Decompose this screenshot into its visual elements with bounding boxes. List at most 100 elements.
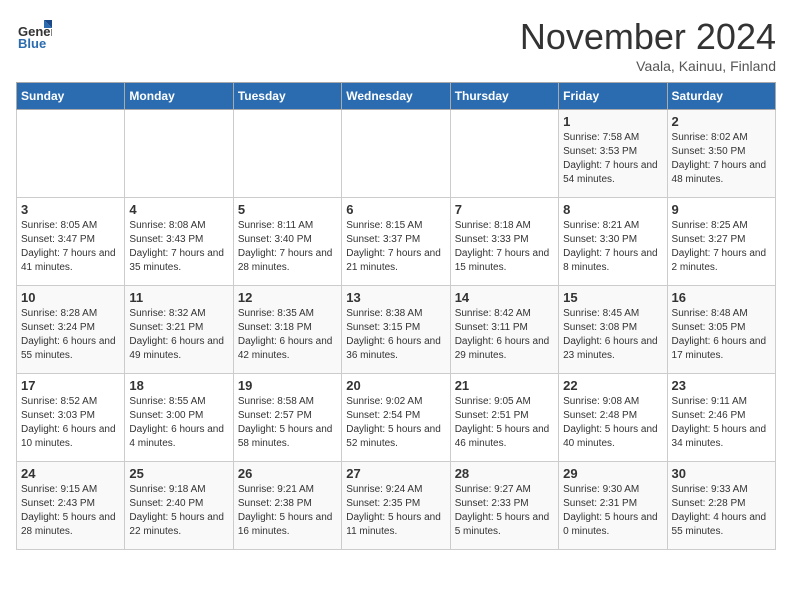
day-number: 2	[672, 114, 771, 129]
day-number: 23	[672, 378, 771, 393]
day-info: Sunrise: 8:38 AM Sunset: 3:15 PM Dayligh…	[346, 307, 445, 363]
calendar-cell	[342, 110, 450, 198]
calendar-cell	[233, 110, 341, 198]
subtitle: Vaala, Kainuu, Finland	[520, 58, 776, 74]
day-info: Sunrise: 8:42 AM Sunset: 3:11 PM Dayligh…	[455, 307, 554, 363]
day-number: 6	[346, 202, 445, 217]
calendar-cell: 19 Sunrise: 8:58 AM Sunset: 2:57 PM Dayli…	[233, 374, 341, 462]
calendar-cell: 21 Sunrise: 9:05 AM Sunset: 2:51 PM Dayli…	[450, 374, 558, 462]
day-info: Sunrise: 8:25 AM Sunset: 3:27 PM Dayligh…	[672, 219, 771, 275]
calendar-cell: 6 Sunrise: 8:15 AM Sunset: 3:37 PM Daylig…	[342, 198, 450, 286]
calendar-cell: 14 Sunrise: 8:42 AM Sunset: 3:11 PM Dayli…	[450, 286, 558, 374]
day-info: Sunrise: 9:27 AM Sunset: 2:33 PM Dayligh…	[455, 483, 554, 539]
day-number: 29	[563, 466, 662, 481]
calendar-cell: 23 Sunrise: 9:11 AM Sunset: 2:46 PM Dayli…	[667, 374, 775, 462]
day-info: Sunrise: 8:52 AM Sunset: 3:03 PM Dayligh…	[21, 395, 120, 451]
day-info: Sunrise: 8:08 AM Sunset: 3:43 PM Dayligh…	[129, 219, 228, 275]
day-number: 4	[129, 202, 228, 217]
calendar-cell: 25 Sunrise: 9:18 AM Sunset: 2:40 PM Dayli…	[125, 462, 233, 550]
day-info: Sunrise: 8:02 AM Sunset: 3:50 PM Dayligh…	[672, 131, 771, 187]
day-number: 17	[21, 378, 120, 393]
calendar-cell: 18Sunrise: 8:55 AM Sunset: 3:00 PM Dayli…	[125, 374, 233, 462]
calendar-cell: 2 Sunrise: 8:02 AM Sunset: 3:50 PM Daylig…	[667, 110, 775, 198]
day-number: 5	[238, 202, 337, 217]
day-info: Sunrise: 8:21 AM Sunset: 3:30 PM Dayligh…	[563, 219, 662, 275]
day-number: 14	[455, 290, 554, 305]
day-info: Sunrise: 8:11 AM Sunset: 3:40 PM Dayligh…	[238, 219, 337, 275]
calendar-cell: 20 Sunrise: 9:02 AM Sunset: 2:54 PM Dayli…	[342, 374, 450, 462]
day-info: Sunrise: 8:32 AM Sunset: 3:21 PM Dayligh…	[129, 307, 228, 363]
day-info: Sunrise: 8:15 AM Sunset: 3:37 PM Dayligh…	[346, 219, 445, 275]
day-number: 20	[346, 378, 445, 393]
day-number: 24	[21, 466, 120, 481]
day-number: 28	[455, 466, 554, 481]
col-header-monday: Monday	[125, 83, 233, 110]
calendar-cell: 4 Sunrise: 8:08 AM Sunset: 3:43 PM Daylig…	[125, 198, 233, 286]
calendar-cell: 10 Sunrise: 8:28 AM Sunset: 3:24 PM Dayli…	[17, 286, 125, 374]
calendar-cell: 11 Sunrise: 8:32 AM Sunset: 3:21 PM Dayli…	[125, 286, 233, 374]
col-header-friday: Friday	[559, 83, 667, 110]
day-info: Sunrise: 9:15 AM Sunset: 2:43 PM Dayligh…	[21, 483, 120, 539]
calendar-cell	[125, 110, 233, 198]
col-header-wednesday: Wednesday	[342, 83, 450, 110]
calendar-cell: 26 Sunrise: 9:21 AM Sunset: 2:38 PM Dayli…	[233, 462, 341, 550]
calendar-cell: 12 Sunrise: 8:35 AM Sunset: 3:18 PM Dayli…	[233, 286, 341, 374]
day-number: 30	[672, 466, 771, 481]
day-number: 26	[238, 466, 337, 481]
calendar-cell: 15 Sunrise: 8:45 AM Sunset: 3:08 PM Dayli…	[559, 286, 667, 374]
calendar-cell: 7 Sunrise: 8:18 AM Sunset: 3:33 PM Daylig…	[450, 198, 558, 286]
col-header-sunday: Sunday	[17, 83, 125, 110]
day-info: Sunrise: 9:05 AM Sunset: 2:51 PM Dayligh…	[455, 395, 554, 451]
svg-text:Blue: Blue	[18, 36, 46, 51]
col-header-tuesday: Tuesday	[233, 83, 341, 110]
day-number: 19	[238, 378, 337, 393]
col-header-saturday: Saturday	[667, 83, 775, 110]
day-number: 8	[563, 202, 662, 217]
day-number: 3	[21, 202, 120, 217]
day-info: Sunrise: 9:21 AM Sunset: 2:38 PM Dayligh…	[238, 483, 337, 539]
day-info: Sunrise: 8:45 AM Sunset: 3:08 PM Dayligh…	[563, 307, 662, 363]
day-info: Sunrise: 9:11 AM Sunset: 2:46 PM Dayligh…	[672, 395, 771, 451]
day-info: Sunrise: 9:18 AM Sunset: 2:40 PM Dayligh…	[129, 483, 228, 539]
day-number: 18	[129, 378, 228, 393]
calendar-cell: 3 Sunrise: 8:05 AM Sunset: 3:47 PM Daylig…	[17, 198, 125, 286]
day-number: 25	[129, 466, 228, 481]
day-info: Sunrise: 8:58 AM Sunset: 2:57 PM Dayligh…	[238, 395, 337, 451]
day-info: Sunrise: 9:30 AM Sunset: 2:31 PM Dayligh…	[563, 483, 662, 539]
calendar-cell: 16Sunrise: 8:48 AM Sunset: 3:05 PM Dayli…	[667, 286, 775, 374]
day-number: 12	[238, 290, 337, 305]
day-number: 7	[455, 202, 554, 217]
logo: General Blue	[16, 16, 52, 52]
day-number: 27	[346, 466, 445, 481]
day-info: Sunrise: 8:18 AM Sunset: 3:33 PM Dayligh…	[455, 219, 554, 275]
day-number: 16	[672, 290, 771, 305]
col-header-thursday: Thursday	[450, 83, 558, 110]
calendar-cell	[450, 110, 558, 198]
day-info: Sunrise: 7:58 AM Sunset: 3:53 PM Dayligh…	[563, 131, 662, 187]
logo-icon: General Blue	[16, 16, 52, 52]
calendar-cell: 13Sunrise: 8:38 AM Sunset: 3:15 PM Dayli…	[342, 286, 450, 374]
day-number: 10	[21, 290, 120, 305]
day-info: Sunrise: 8:28 AM Sunset: 3:24 PM Dayligh…	[21, 307, 120, 363]
day-info: Sunrise: 8:35 AM Sunset: 3:18 PM Dayligh…	[238, 307, 337, 363]
calendar-cell	[17, 110, 125, 198]
calendar-cell: 27 Sunrise: 9:24 AM Sunset: 2:35 PM Dayli…	[342, 462, 450, 550]
calendar-cell: 30 Sunrise: 9:33 AM Sunset: 2:28 PM Dayli…	[667, 462, 775, 550]
calendar-cell: 28 Sunrise: 9:27 AM Sunset: 2:33 PM Dayli…	[450, 462, 558, 550]
day-info: Sunrise: 8:05 AM Sunset: 3:47 PM Dayligh…	[21, 219, 120, 275]
calendar-cell: 24 Sunrise: 9:15 AM Sunset: 2:43 PM Dayli…	[17, 462, 125, 550]
day-number: 1	[563, 114, 662, 129]
day-info: Sunrise: 9:24 AM Sunset: 2:35 PM Dayligh…	[346, 483, 445, 539]
calendar-cell: 5 Sunrise: 8:11 AM Sunset: 3:40 PM Daylig…	[233, 198, 341, 286]
calendar-cell: 8 Sunrise: 8:21 AM Sunset: 3:30 PM Daylig…	[559, 198, 667, 286]
day-number: 21	[455, 378, 554, 393]
calendar-cell: 29 Sunrise: 9:30 AM Sunset: 2:31 PM Dayli…	[559, 462, 667, 550]
header: General Blue November 2024 Vaala, Kainuu…	[16, 16, 776, 74]
day-number: 11	[129, 290, 228, 305]
day-number: 15	[563, 290, 662, 305]
calendar-cell: 9 Sunrise: 8:25 AM Sunset: 3:27 PM Daylig…	[667, 198, 775, 286]
calendar-table: SundayMondayTuesdayWednesdayThursdayFrid…	[16, 82, 776, 550]
day-number: 9	[672, 202, 771, 217]
day-info: Sunrise: 9:02 AM Sunset: 2:54 PM Dayligh…	[346, 395, 445, 451]
day-info: Sunrise: 9:33 AM Sunset: 2:28 PM Dayligh…	[672, 483, 771, 539]
